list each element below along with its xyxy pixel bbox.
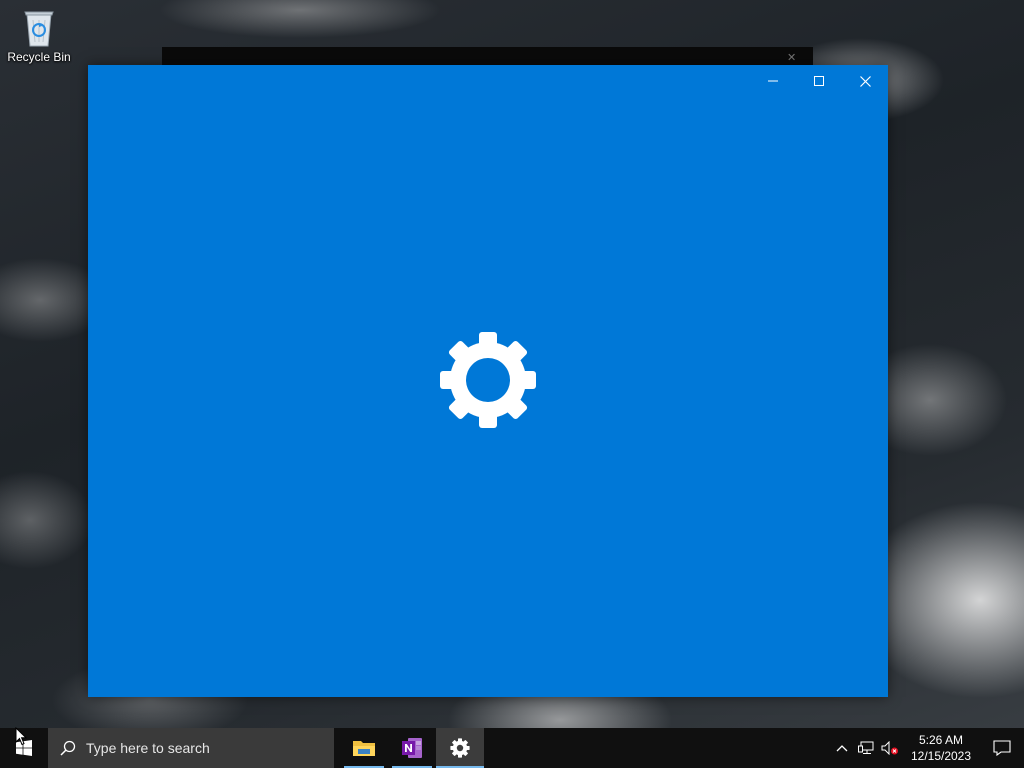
recycle-bin-icon <box>24 11 54 47</box>
maximize-icon <box>814 76 824 86</box>
onenote-icon <box>402 738 422 758</box>
gear-icon <box>450 738 470 758</box>
gear-icon <box>440 332 536 428</box>
chevron-up-icon <box>836 745 848 752</box>
background-window[interactable]: ✕ <box>162 47 813 67</box>
search-placeholder: Type here to search <box>86 740 210 756</box>
clock-time: 5:26 AM <box>918 733 964 747</box>
volume-muted-icon <box>881 741 898 755</box>
recycle-bin-shortcut[interactable]: Recycle Bin <box>6 6 72 74</box>
action-center-button[interactable] <box>980 728 1024 768</box>
maximize-button[interactable] <box>796 65 842 97</box>
taskbar-app-settings[interactable] <box>436 728 484 768</box>
close-button[interactable] <box>842 65 888 97</box>
recycle-bin-label: Recycle Bin <box>7 50 71 64</box>
taskbar-app-onenote[interactable] <box>388 728 436 768</box>
close-icon <box>859 75 871 87</box>
minimize-icon <box>768 80 778 82</box>
show-hidden-icons-button[interactable] <box>830 728 854 768</box>
volume-button[interactable] <box>878 728 902 768</box>
minimize-button[interactable] <box>750 65 796 97</box>
notification-icon <box>993 740 1011 756</box>
taskbar-search-box[interactable]: Type here to search <box>48 728 334 768</box>
folder-icon <box>353 741 375 756</box>
taskbar: Type here to search 5:26 AM 12/15/2023 <box>0 728 1024 768</box>
network-icon <box>858 741 874 754</box>
mouse-cursor-icon <box>15 727 27 746</box>
clock-date: 12/15/2023 <box>910 749 972 763</box>
search-icon <box>60 740 76 756</box>
settings-window[interactable] <box>88 65 888 697</box>
taskbar-clock[interactable]: 5:26 AM 12/15/2023 <box>906 728 976 768</box>
network-button[interactable] <box>854 728 878 768</box>
system-tray: 5:26 AM 12/15/2023 <box>830 728 1024 768</box>
close-icon[interactable]: ✕ <box>787 52 799 64</box>
taskbar-app-file-explorer[interactable] <box>340 728 388 768</box>
